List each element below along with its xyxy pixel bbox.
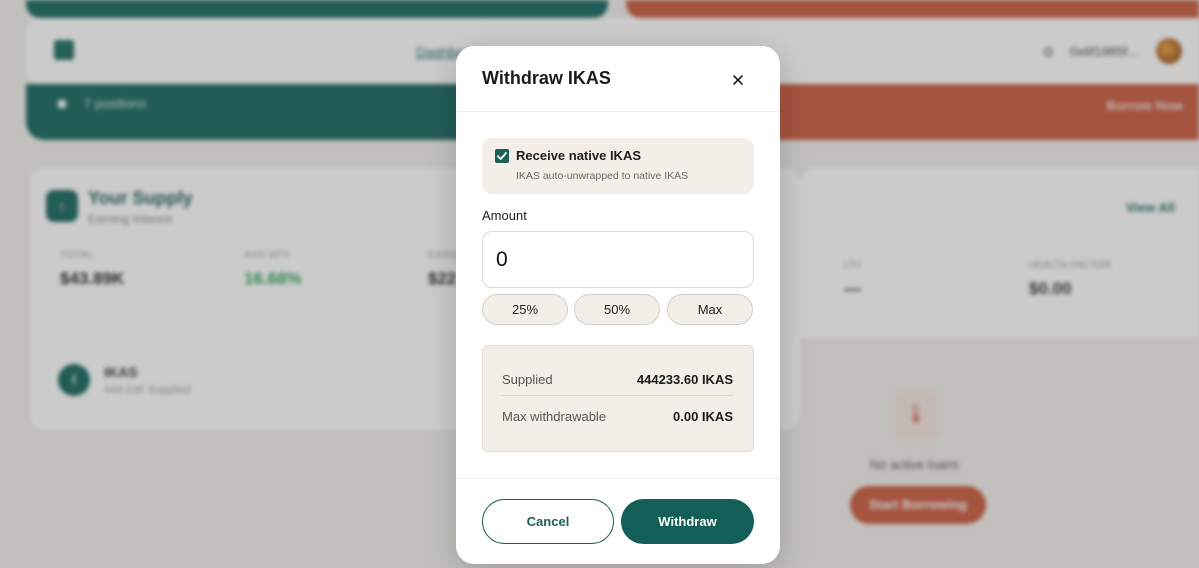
cancel-button[interactable]: Cancel bbox=[482, 499, 614, 544]
preset-50-button[interactable]: 50% bbox=[574, 294, 660, 325]
checkmark-icon bbox=[497, 152, 507, 160]
preset-25-button[interactable]: 25% bbox=[482, 294, 568, 325]
max-withdrawable-row: Max withdrawable 0.00 IKAS bbox=[501, 409, 733, 429]
supplied-value: 444233.60 IKAS bbox=[636, 372, 733, 387]
receive-native-option: Receive native IKAS IKAS auto-unwrapped … bbox=[482, 138, 754, 194]
preset-max-button[interactable]: Max bbox=[667, 294, 753, 325]
receive-native-label[interactable]: Receive native IKAS bbox=[516, 148, 641, 163]
summary-divider bbox=[501, 395, 733, 396]
withdraw-summary: Supplied 444233.60 IKAS Max withdrawable… bbox=[482, 345, 754, 452]
close-button[interactable] bbox=[728, 70, 748, 90]
max-withdrawable-label: Max withdrawable bbox=[502, 409, 607, 424]
withdraw-button[interactable]: Withdraw bbox=[621, 499, 754, 544]
supplied-row: Supplied 444233.60 IKAS bbox=[501, 372, 733, 392]
modal-footer: Cancel Withdraw bbox=[456, 478, 780, 564]
max-withdrawable-value: 0.00 IKAS bbox=[673, 409, 733, 424]
modal-title: Withdraw IKAS bbox=[482, 68, 611, 88]
receive-native-checkbox[interactable] bbox=[495, 149, 509, 163]
receive-native-description: IKAS auto-unwrapped to native IKAS bbox=[516, 170, 689, 182]
modal-header: Withdraw IKAS bbox=[456, 46, 780, 112]
supplied-label: Supplied bbox=[502, 372, 553, 387]
amount-input[interactable] bbox=[482, 231, 754, 288]
withdraw-modal: Withdraw IKAS Receive native IKAS IKAS a… bbox=[456, 46, 780, 564]
amount-label: Amount bbox=[482, 208, 527, 223]
close-icon bbox=[733, 75, 743, 85]
